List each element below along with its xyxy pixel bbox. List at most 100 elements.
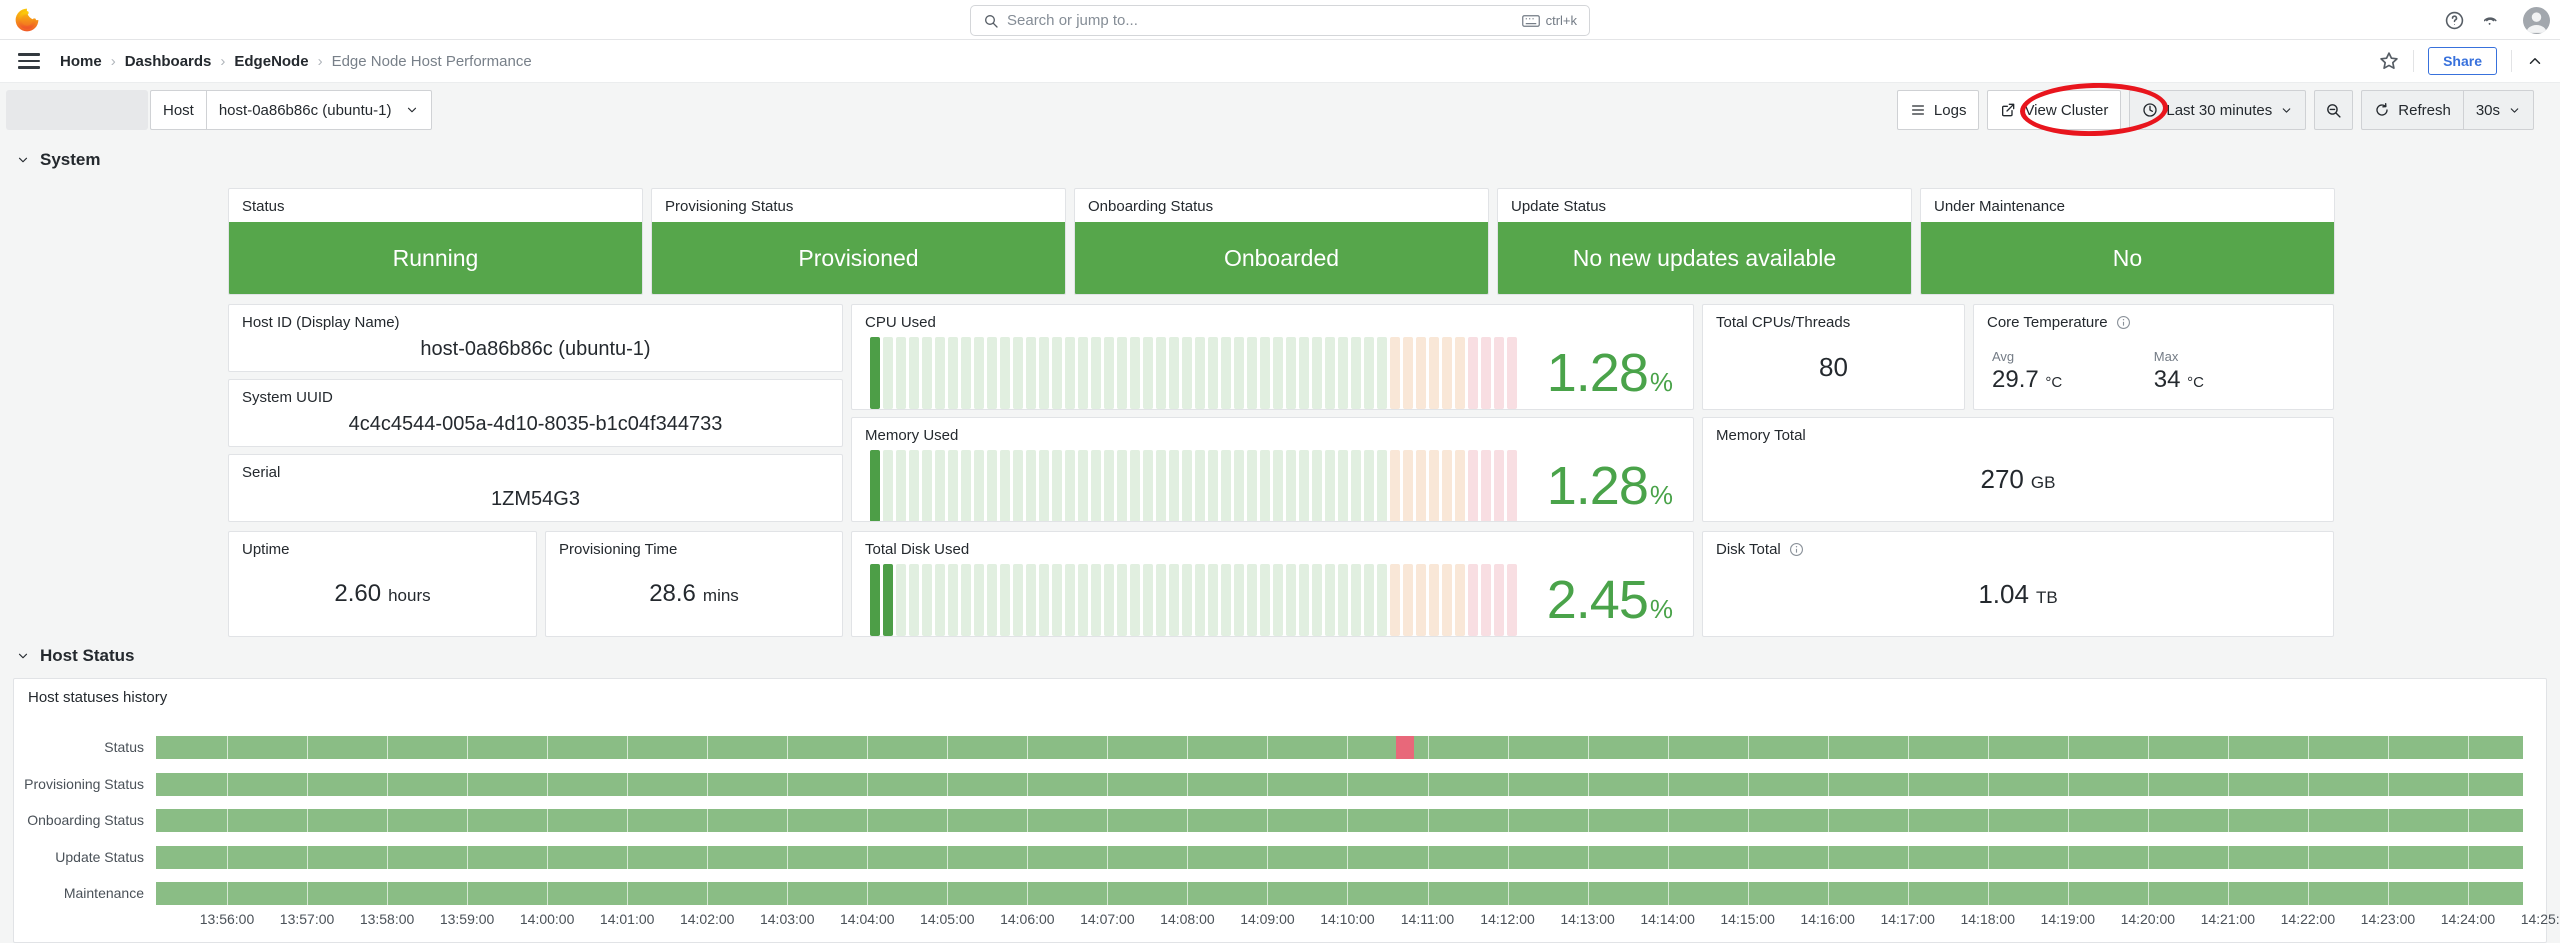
gauge-segment (1507, 564, 1517, 636)
time-range-picker[interactable]: Last 30 minutes (2129, 90, 2306, 130)
timeline-gridline (2468, 736, 2469, 905)
panel-title: Status (229, 189, 642, 217)
logs-button[interactable]: Logs (1897, 90, 1980, 130)
gauge-segment (1299, 337, 1309, 409)
x-axis-tick-label: 13:57:00 (280, 911, 335, 927)
bar-gauge: 1.28% (852, 333, 1693, 410)
timeline-gridline (387, 736, 388, 905)
panel-disktotal: Disk Total1.04TB (1702, 531, 2334, 637)
chevron-down-icon (16, 649, 30, 663)
gauge-segment (1403, 564, 1413, 636)
gauge-segment (1091, 337, 1101, 409)
gauge-segment (987, 450, 997, 522)
breadcrumb: Home›Dashboards›EdgeNode›Edge Node Host … (60, 53, 532, 70)
timeline-gridline (1588, 736, 1589, 905)
section-host-status[interactable]: Host Status (16, 646, 134, 666)
gauge-segment (922, 564, 932, 636)
panel-serial: Serial1ZM54G3 (228, 454, 843, 522)
gauge-segment (1117, 564, 1127, 636)
favorite-star-icon[interactable] (2379, 51, 2399, 71)
panel-host-id-display-name-: Host ID (Display Name)host-0a86b86c (ubu… (228, 304, 843, 372)
gauge-segment (1299, 564, 1309, 636)
timeline-gridline (1267, 736, 1268, 905)
gauge-segment (1468, 564, 1478, 636)
x-axis-tick-label: 14:05:00 (920, 911, 975, 927)
gauge-segment (1351, 564, 1361, 636)
gauge-segment (1312, 564, 1322, 636)
timeline-row-label: Update Status (14, 849, 144, 865)
breadcrumb-item[interactable]: Home (60, 53, 102, 70)
x-axis-tick-label: 14:25:00 (2521, 911, 2560, 927)
x-axis-tick-label: 14:14:00 (1640, 911, 1695, 927)
gauge-segment (1390, 337, 1400, 409)
search-bar[interactable]: ctrl+k (970, 5, 1590, 36)
menu-toggle-icon[interactable] (18, 49, 40, 73)
panel-host-statuses-history: Host statuses history StatusProvisioning… (13, 678, 2547, 943)
timeline-row-bar (156, 882, 2523, 905)
search-input[interactable] (1007, 12, 1514, 29)
section-system[interactable]: System (16, 150, 100, 170)
gauge-segment (1182, 337, 1192, 409)
timeline-gridline (1828, 736, 1829, 905)
view-cluster-button[interactable]: View Cluster (1987, 90, 2121, 130)
gauge-segment (1390, 450, 1400, 522)
x-axis-tick-label: 14:06:00 (1000, 911, 1055, 927)
panel-onboarding-status: Onboarding StatusOnboarded (1074, 188, 1489, 295)
gauge-segment (1117, 337, 1127, 409)
gauge-segment (974, 450, 984, 522)
gauge-segments (870, 564, 1517, 636)
gauge-segment (1507, 450, 1517, 522)
gauge-segment (987, 337, 997, 409)
grafana-logo-icon[interactable] (14, 7, 40, 33)
timeline-gridline (707, 736, 708, 905)
share-button[interactable]: Share (2428, 47, 2497, 75)
gauge-segment (1000, 337, 1010, 409)
gauge-segment (1260, 450, 1270, 522)
gauge-segment (1442, 564, 1452, 636)
gauge-segment (1013, 337, 1023, 409)
info-icon[interactable] (2116, 315, 2131, 330)
gauge-segment (1260, 564, 1270, 636)
refresh-interval-select[interactable]: 30s (2464, 90, 2534, 130)
help-icon[interactable] (2445, 11, 2464, 30)
clock-icon (2142, 102, 2158, 118)
gauge-segment (1052, 564, 1062, 636)
gauge-segment (948, 337, 958, 409)
avatar[interactable] (2523, 7, 2550, 34)
gauge-segment (1143, 450, 1153, 522)
gauge-segment (922, 450, 932, 522)
stat-value: 2.60hours (334, 580, 430, 608)
breadcrumb-item[interactable]: EdgeNode (234, 53, 308, 70)
stat-value: 270GB (1981, 464, 2056, 495)
gauge-segment (1169, 450, 1179, 522)
gauge-segment (1052, 450, 1062, 522)
timeline-gridline (1027, 736, 1028, 905)
breadcrumb-item[interactable]: Dashboards (125, 53, 212, 70)
gauge-value: 1.28% (1527, 455, 1673, 517)
timeline-gridline (1988, 736, 1989, 905)
x-axis-tick-label: 14:19:00 (2041, 911, 2096, 927)
gauge-segment (1377, 450, 1387, 522)
gauge-segment (1416, 450, 1426, 522)
gauge-segment (948, 450, 958, 522)
gauge-segment (870, 564, 880, 636)
host-select[interactable]: host-0a86b86c (ubuntu-1) (206, 90, 433, 130)
x-axis-tick-label: 14:02:00 (680, 911, 735, 927)
collapse-chevron-up-icon[interactable] (2526, 52, 2544, 70)
x-axis-tick-label: 14:24:00 (2441, 911, 2496, 927)
gauge-segment (974, 337, 984, 409)
refresh-icon (2374, 102, 2390, 118)
gauge-segment (1247, 450, 1257, 522)
refresh-button[interactable]: Refresh (2361, 90, 2464, 130)
news-icon[interactable] (2484, 11, 2503, 30)
zoom-out-button[interactable] (2314, 90, 2353, 130)
breadcrumb-separator: › (111, 53, 116, 70)
x-axis-tick-label: 13:59:00 (440, 911, 495, 927)
timeline-gridline (1668, 736, 1669, 905)
panel-title: Update Status (1498, 189, 1911, 217)
timeline-gridline (1508, 736, 1509, 905)
gauge-segment (1494, 564, 1504, 636)
gauge-segment (1130, 564, 1140, 636)
gauge-segment (1221, 450, 1231, 522)
gauge-segment (1351, 450, 1361, 522)
